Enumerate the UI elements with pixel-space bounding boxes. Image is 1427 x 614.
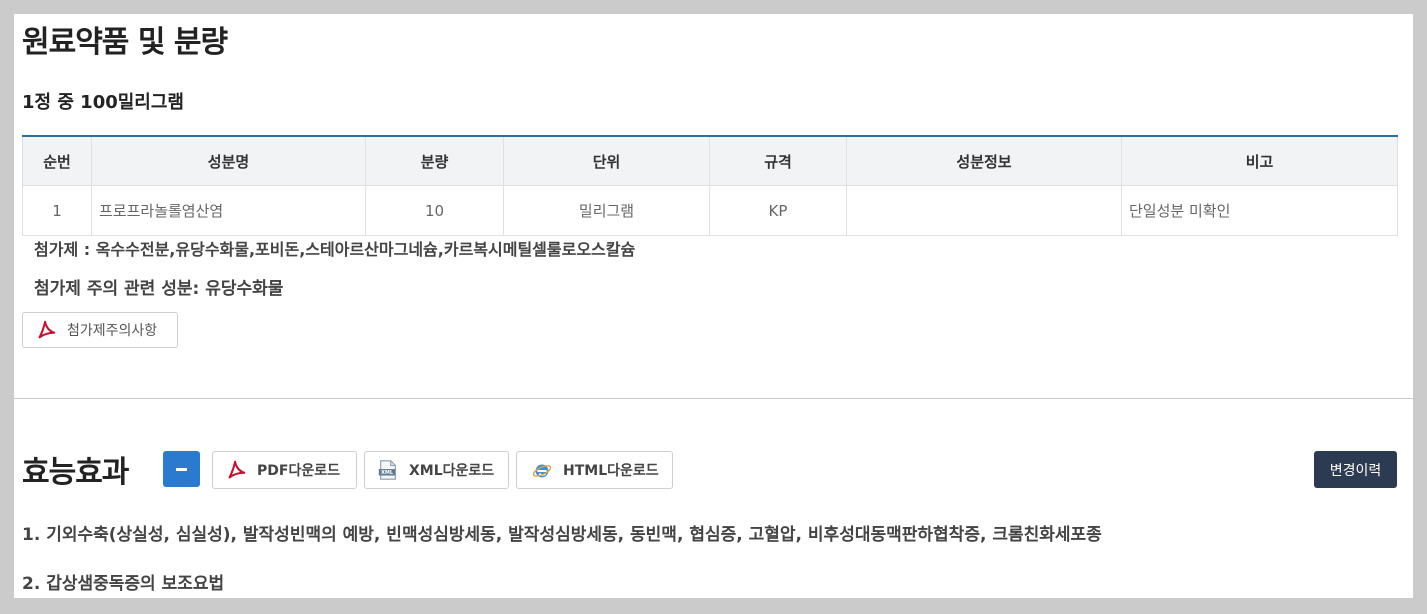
col-header-amount: 분량 [365,136,504,186]
collapse-button[interactable] [163,451,200,487]
cell-unit: 밀리그램 [503,185,710,236]
col-header-standard: 규격 [709,136,847,186]
pdf-download-label: PDF다운로드 [257,463,340,479]
additives-text: 첨가제 : 옥수수전분,유당수화물,포비돈,스테아르산마그네슘,카르복시메틸셀룰… [34,240,636,259]
col-header-info: 성분정보 [846,136,1122,186]
pdf-download-button[interactable]: PDF다운로드 [212,451,357,489]
table-row: 1 프로프라놀롤염산염 10 밀리그램 KP 단일성분 미확인 [22,185,1398,236]
cell-amount: 10 [365,185,504,236]
ingredients-subtitle: 1정 중 100밀리그램 [22,92,184,113]
pdf-icon [35,319,57,341]
pdf-icon [225,459,247,481]
cell-seq: 1 [22,185,92,236]
ingredients-panel: 원료약품 및 분량 1정 중 100밀리그램 순번 성분명 분량 단위 규격 성… [14,14,1413,398]
caution-button-label: 첨가제주의사항 [67,323,158,339]
table-header-row: 순번 성분명 분량 단위 규격 성분정보 비고 [22,136,1398,186]
col-header-seq: 순번 [22,136,92,186]
xml-download-label: XML다운로드 [409,463,495,479]
xml-download-button[interactable]: XML XML다운로드 [364,451,509,489]
xml-file-icon: XML [377,459,399,481]
cell-name: 프로프라놀롤염산염 [91,185,366,236]
col-header-name: 성분명 [91,136,366,186]
efficacy-title: 효능효과 [22,455,129,490]
caution-related-text: 첨가제 주의 관련 성분: 유당수화물 [34,279,284,299]
cell-standard: KP [709,185,847,236]
browser-e-icon [531,459,553,481]
efficacy-item-1: 1. 기외수축(상실성, 심실성), 발작성빈맥의 예방, 빈맥성심방세동, 발… [22,525,1102,545]
html-download-label: HTML다운로드 [563,463,659,479]
additive-caution-button[interactable]: 첨가제주의사항 [22,312,178,348]
cell-info [846,185,1122,236]
html-download-button[interactable]: HTML다운로드 [516,451,673,489]
change-history-button[interactable]: 변경이력 [1314,451,1397,488]
col-header-remark: 비고 [1121,136,1398,186]
col-header-unit: 단위 [503,136,710,186]
minus-icon [176,467,187,471]
svg-text:XML: XML [381,470,394,476]
ingredients-title: 원료약품 및 분량 [22,25,228,60]
efficacy-panel: 효능효과 PDF다운로드 XML XML다운로드 HTML다운로드 변경이력 1… [14,399,1413,598]
ingredients-table: 순번 성분명 분량 단위 규격 성분정보 비고 1 프로프라놀롤염산염 10 밀… [22,135,1398,236]
efficacy-item-2: 2. 갑상샘중독증의 보조요법 [22,574,225,594]
cell-remark: 단일성분 미확인 [1121,185,1398,236]
